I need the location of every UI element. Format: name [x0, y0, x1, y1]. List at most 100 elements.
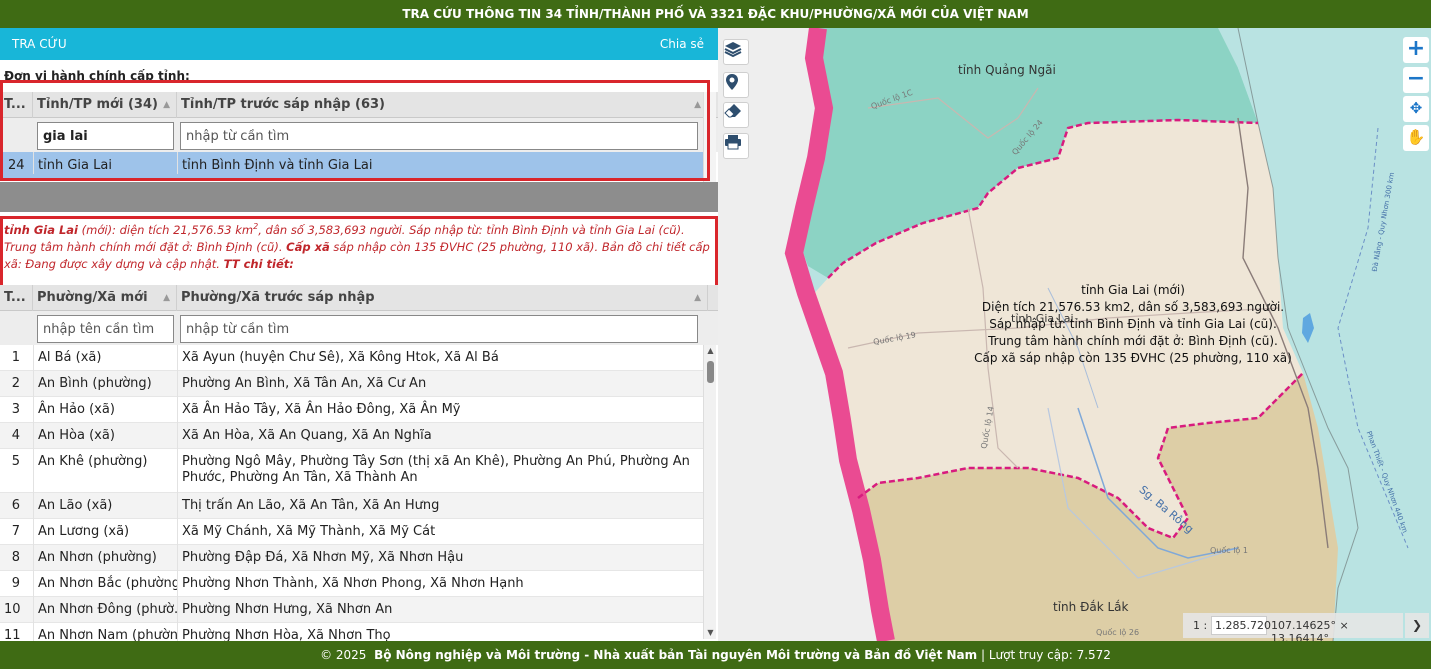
table-row[interactable]: 9 An Nhơn Bắc (phường) Phường Nhơn Thành, …	[0, 571, 708, 597]
hand-pan-icon[interactable]: ✋	[1403, 125, 1429, 151]
lookup-panel: TRA CỨU Chia sẻ Đơn vị hành chính cấp tỉ…	[0, 28, 718, 641]
layers-icon[interactable]	[723, 39, 749, 65]
map-info-popup: tỉnh Gia Lai (mới) Diện tích 21,576.53 k…	[974, 283, 1292, 365]
province-row-new: tỉnh Gia Lai	[33, 152, 177, 174]
coordinates-readout: 107.14625° × 13.16414°	[1271, 619, 1349, 641]
table-row[interactable]: 8 An Nhơn (phường) Phường Đập Đá, Xã Nhơn …	[0, 545, 708, 571]
zoom-out-button[interactable]: −	[1403, 67, 1429, 93]
zoom-in-button[interactable]: +	[1403, 37, 1429, 63]
info-province-name: tỉnh Gia Lai	[4, 222, 78, 237]
print-icon[interactable]	[723, 133, 749, 159]
table-row[interactable]: 5 An Khê (phường) Phường Ngô Mây, Phường T…	[0, 449, 708, 493]
province-old-filter-input[interactable]	[180, 122, 698, 150]
footer-visits: | Lượt truy cập: 7.572	[980, 648, 1111, 662]
grid-empty-area	[0, 182, 718, 212]
commune-row-no: 2	[11, 376, 20, 391]
commune-row-new: An Nhơn Nam (phường)	[33, 623, 177, 641]
commune-old-filter-input[interactable]	[180, 315, 698, 343]
pan-arrows-icon[interactable]: ✥	[1403, 96, 1429, 122]
commune-row-new: An Lão (xã)	[33, 493, 177, 519]
commune-grid-header: T... Phường/Xã mới ▲ Phường/Xã trước sáp …	[0, 285, 718, 311]
commune-row-new: An Bình (phường)	[33, 371, 177, 397]
commune-row-new: An Lương (xã)	[33, 519, 177, 545]
chevron-right-icon[interactable]: ❯	[1405, 613, 1429, 638]
commune-row-no: 3	[11, 402, 20, 417]
commune-row-new: Al Bá (xã)	[33, 345, 177, 371]
table-row[interactable]: 11 An Nhơn Nam (phường) Phường Nhơn Hòa, X…	[0, 623, 708, 641]
table-row[interactable]: 3 Ân Hảo (xã) Xã Ân Hảo Tây, Xã Ân Hảo Đôn…	[0, 397, 708, 423]
location-pin-icon[interactable]	[723, 72, 749, 98]
commune-row-new: An Nhơn Đông (phườ...	[33, 597, 177, 623]
commune-row-no: 8	[11, 550, 20, 565]
info-detail-link[interactable]: TT chi tiết:	[224, 257, 294, 271]
commune-row-old: Xã An Hòa, Xã An Quang, Xã An Nghĩa	[177, 423, 708, 449]
map-label-road: Quốc lộ 1	[1210, 546, 1248, 555]
commune-row-new: An Hòa (xã)	[33, 423, 177, 449]
page-title: TRA CỨU THÔNG TIN 34 TỈNH/THÀNH PHỐ VÀ 3…	[0, 0, 1431, 28]
commune-row-old: Phường Nhơn Hòa, Xã Nhơn Thọ	[177, 623, 708, 641]
commune-row-old: Xã Ân Hảo Tây, Xã Ân Hảo Đông, Xã Ân Mỹ	[177, 397, 708, 423]
province-grid-header: T... Tỉnh/TP mới (34) ▲ Tỉnh/TP trước sáp…	[0, 92, 718, 118]
lookup-toolbar: TRA CỨU Chia sẻ	[0, 28, 718, 60]
scale-prefix: 1 :	[1193, 619, 1208, 632]
sort-icon: ▲	[163, 100, 170, 110]
province-section-label: Đơn vị hành chính cấp tỉnh:	[4, 69, 190, 83]
scroll-down-icon[interactable]: ▼	[704, 627, 717, 639]
commune-row-no: 7	[11, 524, 20, 539]
table-row[interactable]: 7 An Lương (xã) Xã Mỹ Chánh, Xã Mỹ Thành, …	[0, 519, 708, 545]
table-row[interactable]: 2 An Bình (phường) Phường An Bình, Xã Tân …	[0, 371, 708, 397]
info-commune-label: Cấp xã	[286, 239, 330, 254]
commune-grid-scrollbar[interactable]: ▲ ▼	[703, 345, 716, 639]
commune-row-old: Thị trấn An Lão, Xã An Tân, Xã An Hưng	[177, 493, 708, 519]
commune-row-no: 5	[11, 454, 20, 469]
commune-row-new: Ân Hảo (xã)	[33, 397, 177, 423]
sort-icon: ▲	[694, 293, 701, 303]
province-info-text: tỉnh Gia Lai (mới): diện tích 21,576.53 …	[4, 222, 710, 271]
commune-row-old: Xã Mỹ Chánh, Xã Mỹ Thành, Xã Mỹ Cát	[177, 519, 708, 545]
table-row[interactable]: 6 An Lão (xã) Thị trấn An Lão, Xã An Tân, …	[0, 493, 708, 519]
province-row-no: 24	[8, 158, 25, 173]
commune-row-no: 9	[11, 576, 20, 591]
commune-row-old: Phường Nhơn Thành, Xã Nhơn Phong, Xã Nhơ…	[177, 571, 708, 597]
commune-row-old: Phường An Bình, Xã Tân An, Xã Cư An	[177, 371, 708, 397]
commune-filter-row	[0, 311, 718, 345]
province-grid: T... Tỉnh/TP mới (34) ▲ Tỉnh/TP trước sáp…	[0, 92, 718, 182]
col-header-new-province[interactable]: Tỉnh/TP mới (34) ▲	[33, 92, 177, 118]
lookup-tab[interactable]: TRA CỨU	[12, 37, 67, 51]
share-link[interactable]: Chia sẻ	[660, 37, 704, 51]
col-header-old-commune[interactable]: Phường/Xã trước sáp nhập ▲	[177, 285, 708, 311]
col-header-new-commune[interactable]: Phường/Xã mới ▲	[33, 285, 177, 311]
col-header-no[interactable]: T...	[0, 285, 33, 311]
map-label-road: Quốc lộ 26	[1096, 628, 1140, 637]
scale-input[interactable]: 1.285.720	[1211, 616, 1271, 635]
province-new-filter-input[interactable]	[37, 122, 174, 150]
map-view[interactable]: tỉnh Quảng Ngãi tỉnh Đắk Lắk tỉnh Gia La…	[718, 28, 1431, 641]
table-row[interactable]: 4 An Hòa (xã) Xã An Hòa, Xã An Quang, Xã A…	[0, 423, 708, 449]
province-grid-scrollbar[interactable]	[703, 92, 716, 182]
footer: © 2025 Bộ Nông nghiệp và Môi trường - Nh…	[0, 641, 1431, 669]
commune-new-filter-input[interactable]	[37, 315, 174, 343]
commune-row-no: 11	[4, 628, 21, 641]
commune-row-old: Phường Nhơn Hưng, Xã Nhơn An	[177, 597, 708, 623]
scroll-up-icon[interactable]: ▲	[704, 345, 717, 357]
sort-icon: ▲	[694, 100, 701, 110]
scroll-thumb[interactable]	[707, 361, 714, 383]
commune-row-no: 6	[11, 498, 20, 513]
table-row[interactable]: 24 tỉnh Gia Lai tỉnh Bình Định và tỉnh G…	[0, 152, 708, 180]
sort-icon: ▲	[163, 293, 170, 303]
commune-row-old: Xã Ayun (huyện Chư Sê), Xã Kông Htok, Xã…	[177, 345, 708, 371]
scale-coordinates-box: 1 : 1.285.720 107.14625° × 13.16414°	[1183, 613, 1403, 641]
commune-row-no: 1	[11, 350, 20, 365]
table-row[interactable]: 10 An Nhơn Đông (phườ... Phường Nhơn Hưng,…	[0, 597, 708, 623]
footer-org: Bộ Nông nghiệp và Môi trường - Nhà xuất …	[374, 648, 978, 662]
commune-row-new: An Nhơn (phường)	[33, 545, 177, 571]
col-header-old-province[interactable]: Tỉnh/TP trước sáp nhập (63) ▲	[177, 92, 708, 118]
commune-row-old: Phường Ngô Mây, Phường Tây Sơn (thị xã A…	[177, 449, 708, 493]
map-label-dak-lak: tỉnh Đắk Lắk	[1053, 600, 1129, 614]
footer-copyright: © 2025	[320, 648, 367, 662]
col-header-no[interactable]: T...	[0, 92, 33, 118]
table-row[interactable]: 1 Al Bá (xã) Xã Ayun (huyện Chư Sê), Xã Kô…	[0, 345, 708, 371]
eraser-icon[interactable]	[723, 102, 749, 128]
commune-row-old: Phường Đập Đá, Xã Nhơn Mỹ, Xã Nhơn Hậu	[177, 545, 708, 571]
commune-row-no: 4	[11, 428, 20, 443]
